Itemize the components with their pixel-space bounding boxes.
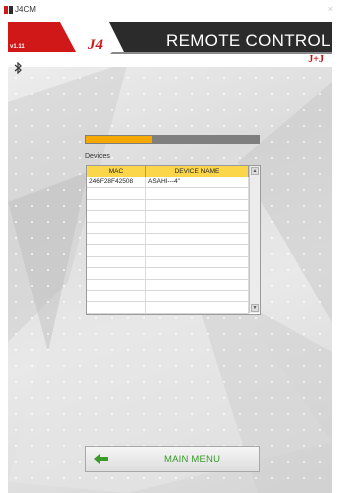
j4-logo: J4 bbox=[88, 37, 103, 53]
window-title: J4CM bbox=[15, 5, 36, 14]
cell-device-name bbox=[146, 290, 249, 302]
table-row[interactable] bbox=[87, 199, 249, 212]
cell-device-name bbox=[146, 233, 249, 245]
cell-device-name: ASAHI---4" bbox=[146, 177, 249, 188]
cell-mac bbox=[87, 268, 146, 279]
cell-mac bbox=[87, 199, 146, 211]
cell-device-name bbox=[146, 211, 249, 222]
column-header-mac[interactable]: MAC bbox=[87, 166, 146, 177]
version-label: v1.11 bbox=[10, 44, 25, 50]
main-menu-label: MAIN MENU bbox=[164, 454, 221, 465]
back-arrow-icon bbox=[94, 454, 108, 464]
cell-mac bbox=[87, 233, 146, 245]
table-header: MAC DEVICE NAME bbox=[87, 166, 249, 177]
app-icon bbox=[4, 6, 13, 14]
cell-device-name bbox=[146, 188, 249, 199]
close-icon[interactable]: × bbox=[328, 4, 333, 14]
table-row[interactable]: 246F28F42508 ASAHI---4" bbox=[87, 177, 249, 189]
cell-mac bbox=[87, 188, 146, 199]
table-row[interactable] bbox=[87, 245, 249, 257]
window-titlebar: J4CM × bbox=[0, 0, 339, 22]
cell-mac bbox=[87, 290, 146, 302]
cell-device-name bbox=[146, 222, 249, 233]
cell-mac bbox=[87, 279, 146, 290]
table-row[interactable] bbox=[87, 211, 249, 223]
devices-table[interactable]: MAC DEVICE NAME 246F28F42508 ASAHI---4" ▲… bbox=[86, 165, 261, 315]
column-header-device-name[interactable]: DEVICE NAME bbox=[146, 166, 249, 177]
table-row[interactable] bbox=[87, 268, 249, 280]
cell-mac bbox=[87, 302, 146, 313]
table-body: 246F28F42508 ASAHI---4" bbox=[87, 177, 249, 314]
cell-mac bbox=[87, 211, 146, 222]
cell-mac: 246F28F42508 bbox=[87, 177, 146, 188]
scroll-up-icon[interactable]: ▲ bbox=[251, 167, 259, 175]
scroll-down-icon[interactable]: ▼ bbox=[251, 304, 259, 312]
main-menu-button[interactable]: MAIN MENU bbox=[85, 446, 260, 472]
table-row[interactable] bbox=[87, 222, 249, 234]
bluetooth-icon[interactable] bbox=[14, 62, 22, 74]
table-row[interactable] bbox=[87, 279, 249, 291]
table-row[interactable] bbox=[87, 302, 249, 314]
cell-mac bbox=[87, 256, 146, 268]
table-scrollbar[interactable]: ▲ ▼ bbox=[249, 166, 260, 313]
cell-device-name bbox=[146, 279, 249, 290]
table-row[interactable] bbox=[87, 188, 249, 200]
cell-mac bbox=[87, 245, 146, 256]
cell-device-name bbox=[146, 199, 249, 211]
cell-device-name bbox=[146, 256, 249, 268]
devices-label: Devices bbox=[85, 153, 110, 160]
cell-device-name bbox=[146, 268, 249, 279]
scan-progress-bar bbox=[85, 135, 260, 144]
brand-logo: J+J bbox=[308, 54, 324, 65]
cell-mac bbox=[87, 222, 146, 233]
cell-device-name bbox=[146, 302, 249, 313]
app-header: v1.11 J4 REMOTE CONTROL J+J bbox=[8, 22, 332, 67]
cell-device-name bbox=[146, 245, 249, 256]
app-client-area: v1.11 J4 REMOTE CONTROL J+J Devices MAC … bbox=[8, 22, 332, 493]
page-title: REMOTE CONTROL bbox=[166, 31, 331, 50]
progress-fill bbox=[86, 136, 152, 143]
table-row[interactable] bbox=[87, 233, 249, 246]
table-row[interactable] bbox=[87, 290, 249, 303]
table-row[interactable] bbox=[87, 256, 249, 269]
